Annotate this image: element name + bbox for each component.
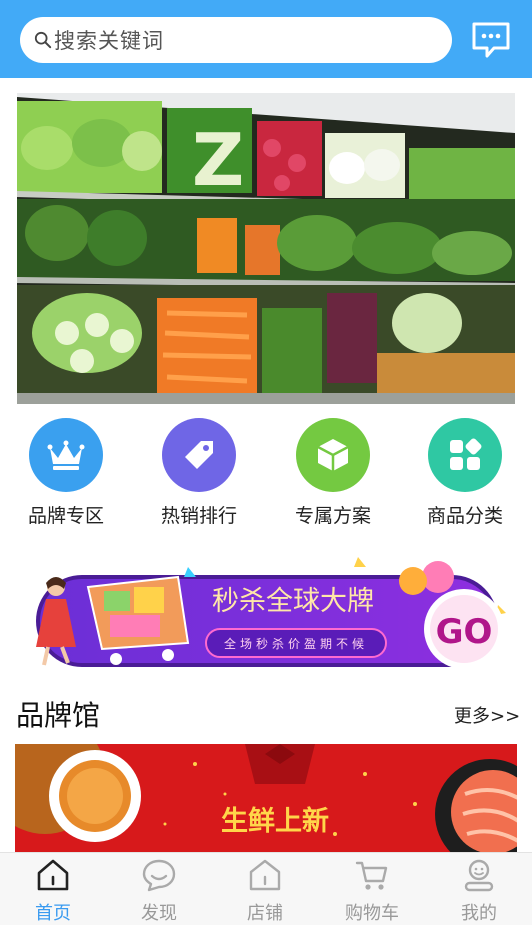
chat-bubble-icon xyxy=(142,859,176,892)
category-exclusive-plan[interactable]: 专属方案 xyxy=(273,418,393,528)
tag-icon xyxy=(162,418,236,492)
banner-sign-letter: Z xyxy=(192,118,244,202)
search-input[interactable]: 搜索关键词 xyxy=(20,17,452,63)
category-brand-zone[interactable]: 品牌专区 xyxy=(6,418,126,528)
app-root: 搜索关键词 Z 品牌专区 热销排行 专属方案 商品分类 GO 秒杀全球大牌 全场… xyxy=(0,0,532,925)
category-product-types[interactable]: 商品分类 xyxy=(405,418,525,528)
brand-banner[interactable]: 生鲜上新 xyxy=(15,744,517,854)
search-placeholder: 搜索关键词 xyxy=(54,29,164,53)
crown-icon xyxy=(29,418,103,492)
category-label: 热销排行 xyxy=(160,505,237,527)
tab-label: 发现 xyxy=(141,903,177,924)
header-bar: 搜索关键词 xyxy=(0,0,532,78)
grid-icon xyxy=(428,418,502,492)
tab-home[interactable]: 首页 xyxy=(0,853,106,925)
tab-cart[interactable]: 购物车 xyxy=(319,853,425,925)
tab-discover[interactable]: 发现 xyxy=(106,853,212,925)
section-title: 品牌馆 xyxy=(16,699,101,732)
tab-label: 店铺 xyxy=(247,903,283,924)
promo-title: 秒杀全球大牌 xyxy=(212,586,374,617)
promo-subtitle: 全场秒杀价盈期不候 xyxy=(224,636,368,651)
bottom-tab-bar: 首页 发现 店铺 购物车 我的 xyxy=(0,852,532,925)
category-label: 商品分类 xyxy=(426,505,503,527)
category-label: 专属方案 xyxy=(294,505,371,527)
store-icon xyxy=(249,859,281,891)
tab-store[interactable]: 店铺 xyxy=(212,853,318,925)
tab-label: 首页 xyxy=(35,903,71,924)
go-button[interactable]: GO xyxy=(436,612,493,652)
message-icon[interactable] xyxy=(470,20,512,60)
flash-sale-banner[interactable]: GO 秒杀全球大牌 全场秒杀价盈期不候 xyxy=(18,547,514,673)
balloon-icon xyxy=(422,561,454,593)
search-icon xyxy=(34,31,52,49)
category-hot-ranking[interactable]: 热销排行 xyxy=(139,418,259,528)
more-link[interactable]: 更多>> xyxy=(454,702,520,728)
hero-banner-image: Z xyxy=(17,93,515,404)
tab-profile[interactable]: 我的 xyxy=(426,853,532,925)
tab-label: 购物车 xyxy=(345,903,399,924)
tab-label: 我的 xyxy=(461,903,497,924)
hero-banner[interactable]: Z xyxy=(17,93,515,404)
home-icon xyxy=(37,859,69,891)
category-shortcuts: 品牌专区 热销排行 专属方案 商品分类 xyxy=(0,418,532,530)
cart-icon xyxy=(355,861,388,890)
user-icon xyxy=(464,859,494,892)
cube-icon xyxy=(296,418,370,492)
brand-banner-text: 生鲜上新 xyxy=(221,805,329,837)
category-label: 品牌专区 xyxy=(27,505,104,527)
